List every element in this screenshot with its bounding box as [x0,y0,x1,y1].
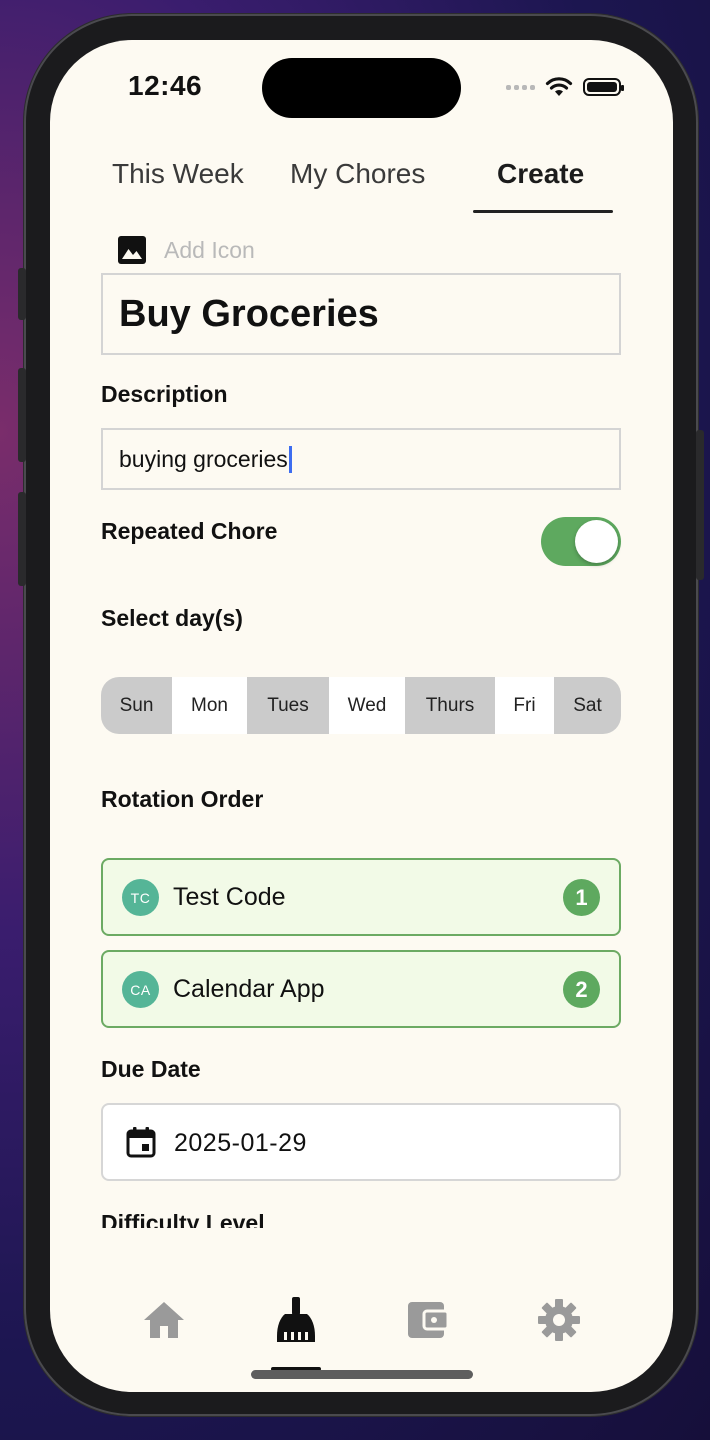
status-time: 12:46 [128,70,203,101]
day-mon[interactable]: Mon [172,677,247,734]
tab-this-week[interactable]: This Week [112,158,244,190]
description-value: buying groceries [119,445,288,472]
volume-down-button [18,492,26,586]
home-icon [144,1302,184,1338]
text-cursor [288,445,292,473]
app-screen: 12:46 This Week My Chores Create Add Ico… [50,40,673,1392]
dynamic-island [262,58,461,118]
action-button [18,268,26,320]
due-date-picker[interactable]: 2025-01-29 [101,1103,621,1181]
nav-home[interactable] [134,1290,194,1350]
bottom-navigation [50,1290,673,1370]
home-indicator[interactable] [251,1370,473,1379]
due-date-value: 2025-01-29 [174,1129,307,1157]
active-tab-indicator [473,210,613,213]
rotation-member-name: Test Code [173,883,286,911]
difficulty-level-label: Difficulty Level [101,1210,265,1228]
day-fri[interactable]: Fri [495,677,554,734]
day-thurs[interactable]: Thurs [405,677,495,734]
power-button [696,430,704,580]
day-sun[interactable]: Sun [101,677,172,734]
status-icons [506,76,624,98]
tab-create[interactable]: Create [497,158,584,190]
rotation-item[interactable]: TC Test Code 1 [101,858,621,936]
rotation-member-name: Calendar App [173,975,325,1003]
add-icon-label: Add Icon [164,236,255,263]
repeated-chore-label: Repeated Chore [101,518,278,544]
rotation-item[interactable]: CA Calendar App 2 [101,950,621,1028]
rotation-order-label: Rotation Order [101,786,264,812]
image-icon [118,236,146,264]
day-selector: Sun Mon Tues Wed Thurs Fri Sat [101,677,621,734]
day-sat[interactable]: Sat [554,677,621,734]
nav-settings[interactable] [529,1290,589,1350]
rotation-order-badge: 2 [563,971,600,1008]
volume-up-button [18,368,26,462]
gear-icon [538,1299,580,1341]
calendar-icon [126,1127,156,1158]
broom-icon [277,1297,315,1342]
description-label: Description [101,381,228,407]
day-tues[interactable]: Tues [247,677,329,734]
avatar: TC [122,879,159,916]
chore-title-value: Buy Groceries [119,292,379,335]
top-tabs: This Week My Chores Create [50,156,673,216]
avatar: CA [122,971,159,1008]
due-date-label: Due Date [101,1056,201,1082]
nav-wallet[interactable] [398,1290,458,1350]
repeated-chore-toggle[interactable] [541,517,621,566]
select-days-label: Select day(s) [101,605,243,631]
wallet-icon [408,1302,450,1338]
battery-icon [583,78,624,96]
tab-my-chores[interactable]: My Chores [290,158,425,190]
cellular-signal-icon [506,84,535,90]
wifi-icon [545,77,573,96]
description-input[interactable]: buying groceries [101,428,621,490]
add-icon-button[interactable]: Add Icon [118,236,255,264]
rotation-order-badge: 1 [563,879,600,916]
chore-title-input[interactable]: Buy Groceries [101,273,621,355]
nav-chores[interactable] [266,1290,326,1350]
toggle-knob [575,520,618,563]
day-wed[interactable]: Wed [329,677,405,734]
